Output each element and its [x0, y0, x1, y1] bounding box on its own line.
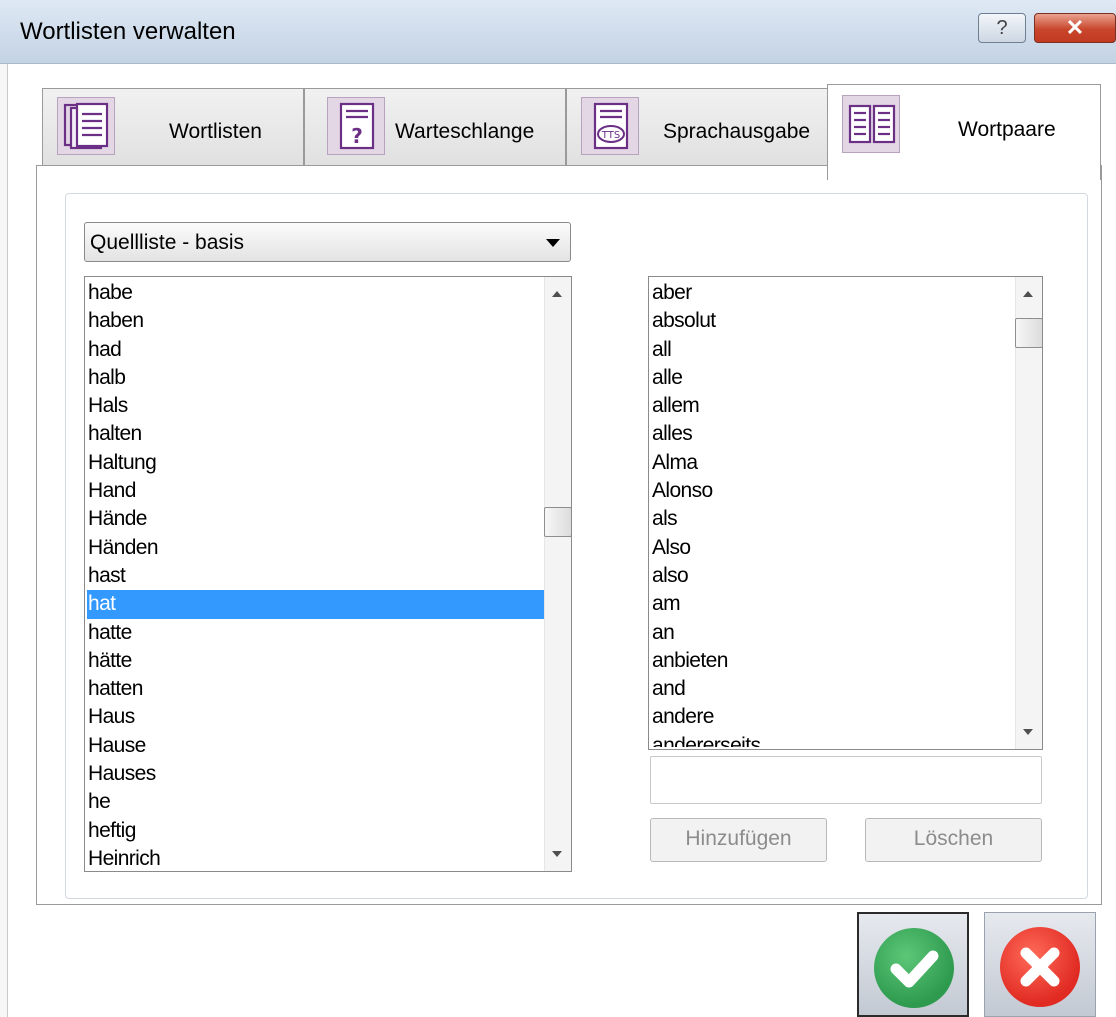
help-button[interactable]: ? [978, 13, 1026, 43]
add-button[interactable]: Hinzufügen [650, 818, 827, 862]
tab-warteschlange[interactable]: ? Warteschlange [304, 88, 566, 176]
list-item[interactable]: heftig [87, 817, 545, 845]
list-item[interactable]: Alma [651, 449, 1016, 477]
list-item[interactable]: halten [87, 420, 545, 448]
close-button[interactable]: ✕ [1034, 13, 1116, 43]
list-item[interactable]: aber [651, 279, 1016, 307]
word-pair-list[interactable]: aber absolut all alle allem alles Alma Alonso al… [648, 276, 1043, 750]
tab-label: Sprachausgabe [663, 120, 811, 143]
source-list-scrollbar[interactable] [544, 277, 571, 871]
pair-list-scrollbar[interactable] [1015, 277, 1042, 749]
two-columns-icon [842, 95, 900, 153]
list-item[interactable]: am [651, 590, 1016, 618]
word-input[interactable] [650, 756, 1042, 804]
list-item[interactable]: Hause [87, 732, 545, 760]
list-item[interactable]: Hände [87, 505, 545, 533]
checkmark-icon [874, 928, 954, 1008]
source-word-list[interactable]: habe haben had halb Hals halten Haltung Hand Hän… [84, 276, 572, 872]
word-pair-items: aber absolut all alle allem alles Alma Alonso al… [651, 279, 1016, 747]
window-frame [0, 64, 8, 1017]
list-item[interactable]: Alonso [651, 477, 1016, 505]
tts-icon: TTS [581, 97, 639, 155]
tab-wortlisten[interactable]: Wortlisten [42, 88, 304, 176]
list-item[interactable]: alle [651, 364, 1016, 392]
scroll-up-icon[interactable] [552, 291, 562, 297]
list-item[interactable]: had [87, 336, 545, 364]
delete-button[interactable]: Löschen [865, 818, 1042, 862]
list-item[interactable]: alles [651, 420, 1016, 448]
question-document-icon: ? [327, 97, 385, 155]
list-item[interactable]: andere [651, 703, 1016, 731]
tab-label: Wortpaare [958, 118, 1056, 141]
source-list-select-value: Quellliste - basis [90, 231, 245, 254]
list-item[interactable]: he [87, 788, 545, 816]
tab-sprachausgabe[interactable]: TTS Sprachausgabe [566, 88, 828, 176]
source-word-items: habe haben had halb Hals halten Haltung Hand Hän… [87, 279, 545, 871]
scroll-down-icon[interactable] [552, 851, 562, 857]
cross-icon [1000, 927, 1080, 1007]
list-item[interactable]: hätte [87, 647, 545, 675]
list-item[interactable]: haben [87, 307, 545, 335]
list-item[interactable]: Hals [87, 392, 545, 420]
list-item[interactable]: halb [87, 364, 545, 392]
svg-text:TTS: TTS [601, 130, 620, 141]
list-item[interactable]: allem [651, 392, 1016, 420]
list-item[interactable]: hast [87, 562, 545, 590]
list-item[interactable]: all [651, 336, 1016, 364]
tab-label: Warteschlange [395, 120, 535, 143]
list-item[interactable]: Haltung [87, 449, 545, 477]
list-item[interactable]: hat [87, 590, 545, 619]
scroll-thumb[interactable] [544, 507, 571, 537]
list-item[interactable]: Also [651, 534, 1016, 562]
list-item[interactable]: Heinrich [87, 845, 545, 871]
list-item[interactable]: andererseits [651, 732, 1016, 747]
scroll-up-icon[interactable] [1023, 291, 1033, 297]
list-item[interactable]: an [651, 619, 1016, 647]
cancel-button[interactable] [984, 912, 1096, 1017]
list-item[interactable]: hatte [87, 619, 545, 647]
list-item[interactable]: Haus [87, 703, 545, 731]
tab-label: Wortlisten [169, 120, 262, 143]
list-item[interactable]: anbieten [651, 647, 1016, 675]
list-item[interactable]: and [651, 675, 1016, 703]
document-stack-icon [57, 97, 115, 155]
list-item[interactable]: absolut [651, 307, 1016, 335]
source-list-select[interactable]: Quellliste - basis [84, 222, 571, 262]
chevron-down-icon [546, 239, 560, 247]
ok-button[interactable] [857, 912, 969, 1017]
tab-wortpaare[interactable]: Wortpaare [827, 84, 1101, 180]
list-item[interactable]: also [651, 562, 1016, 590]
list-item[interactable]: Hand [87, 477, 545, 505]
scroll-down-icon[interactable] [1023, 729, 1033, 735]
list-item[interactable]: habe [87, 279, 545, 307]
svg-text:?: ? [351, 124, 363, 148]
list-item[interactable]: als [651, 505, 1016, 533]
list-item[interactable]: Hauses [87, 760, 545, 788]
list-item[interactable]: Händen [87, 534, 545, 562]
window-title: Wortlisten verwalten [20, 18, 236, 45]
list-item[interactable]: hatten [87, 675, 545, 703]
scroll-thumb[interactable] [1015, 318, 1042, 348]
